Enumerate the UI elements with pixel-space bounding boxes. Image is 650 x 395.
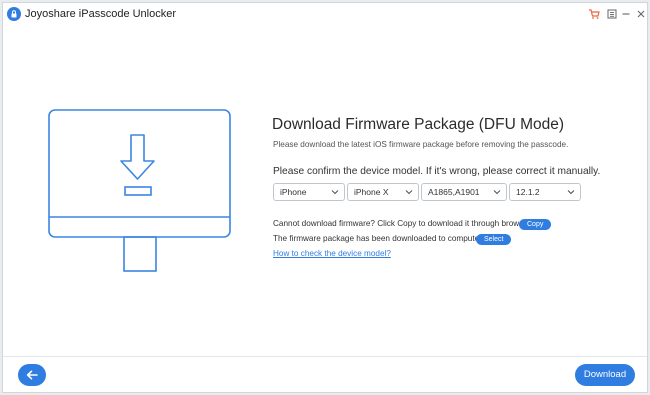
ios-version-select[interactable]: 12.1.2 bbox=[509, 183, 581, 201]
app-title: Joyoshare iPasscode Unlocker bbox=[25, 8, 177, 20]
app-window: Joyoshare iPasscode Unlocker Download Fi… bbox=[2, 2, 648, 393]
minimize-icon[interactable] bbox=[618, 6, 634, 22]
device-model-value: iPhone X bbox=[354, 187, 389, 197]
copy-instruction-text: Cannot download firmware? Click Copy to … bbox=[273, 219, 533, 228]
close-icon[interactable] bbox=[633, 6, 649, 22]
title-bar: Joyoshare iPasscode Unlocker bbox=[3, 3, 647, 25]
footer-divider bbox=[3, 356, 647, 357]
back-button[interactable] bbox=[18, 364, 46, 386]
page-subtitle: Please download the latest iOS firmware … bbox=[273, 140, 569, 149]
arrow-left-icon bbox=[26, 370, 38, 380]
copy-button[interactable]: Copy bbox=[519, 219, 552, 230]
device-type-value: iPhone bbox=[280, 187, 307, 197]
model-code-value: A1865,A1901 bbox=[428, 187, 480, 197]
page-title: Download Firmware Package (DFU Mode) bbox=[272, 116, 565, 133]
chevron-down-icon bbox=[405, 190, 413, 195]
ios-version-value: 12.1.2 bbox=[516, 187, 540, 197]
check-device-model-link[interactable]: How to check the device model? bbox=[273, 249, 391, 258]
download-button[interactable]: Download bbox=[575, 364, 635, 386]
cart-icon[interactable] bbox=[586, 6, 602, 22]
monitor-download-illustration bbox=[48, 109, 231, 272]
model-code-select[interactable]: A1865,A1901 bbox=[421, 183, 507, 201]
chevron-down-icon bbox=[567, 190, 575, 195]
confirm-model-text: Please confirm the device model. If it's… bbox=[273, 166, 601, 177]
device-type-select[interactable]: iPhone bbox=[273, 183, 345, 201]
select-button[interactable]: Select bbox=[476, 234, 512, 245]
chevron-down-icon bbox=[493, 190, 501, 195]
device-model-select[interactable]: iPhone X bbox=[347, 183, 419, 201]
downloaded-instruction-text: The firmware package has been downloaded… bbox=[273, 234, 484, 243]
app-logo-icon bbox=[7, 7, 21, 21]
chevron-down-icon bbox=[331, 190, 339, 195]
